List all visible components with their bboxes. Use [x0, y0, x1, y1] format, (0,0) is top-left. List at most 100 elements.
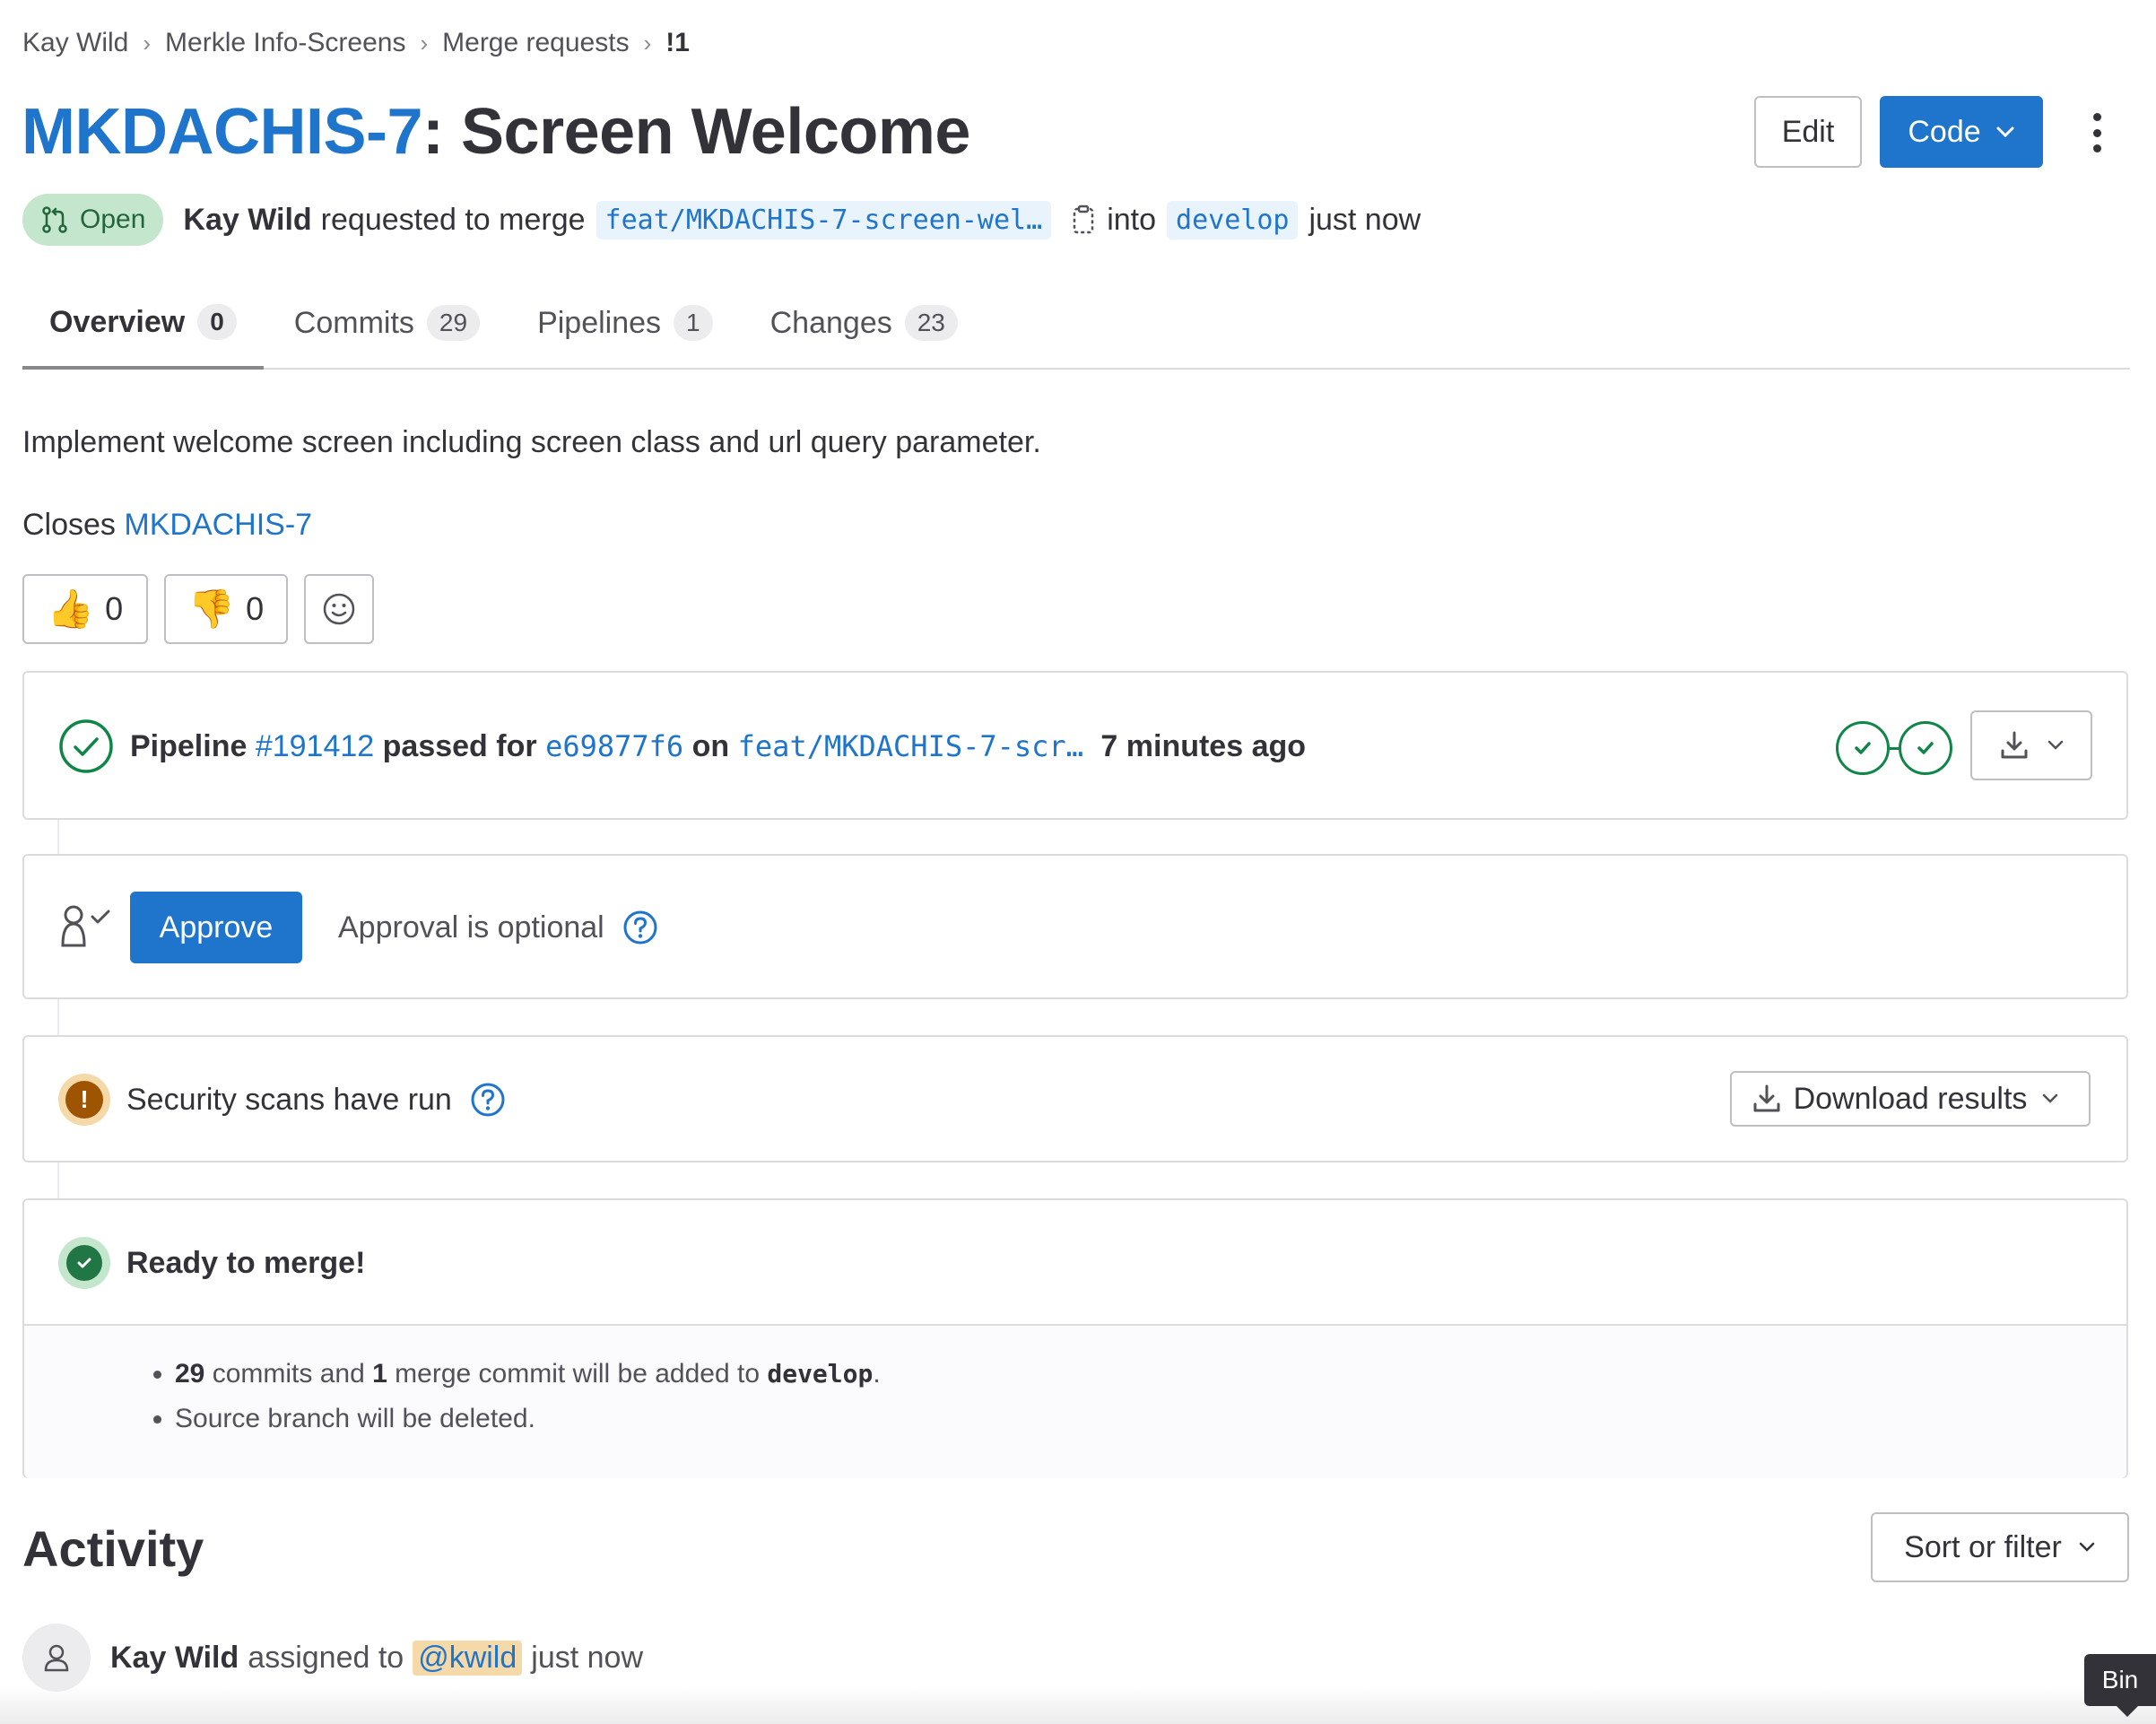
approval-user-icon [61, 905, 110, 947]
tab-count: 23 [904, 305, 958, 341]
merge-request-meta: Open Kay Wild requested to merge feat/MK… [22, 192, 1421, 248]
commits-count: 29 [175, 1359, 205, 1389]
activity-author[interactable]: Kay Wild [110, 1641, 239, 1676]
breadcrumb: Kay Wild › Merkle Info-Screens › Merge r… [22, 25, 690, 61]
pipeline-stages [1836, 721, 1952, 775]
activity-time: just now [531, 1640, 644, 1675]
tab-count: 1 [674, 305, 713, 341]
thumbs-up-count: 0 [105, 590, 124, 627]
sort-or-filter-dropdown[interactable]: Sort or filter [1871, 1512, 2129, 1582]
breadcrumb-item-user[interactable]: Kay Wild [22, 28, 128, 58]
chevron-down-icon [2043, 1093, 2058, 1103]
thumbs-down-icon: 👎 [187, 587, 236, 630]
source-branch-deleted-info: Source branch will be deleted. [175, 1405, 881, 1433]
pipeline-branch-link[interactable]: feat/MKDACHIS-7-scr… [738, 729, 1083, 763]
approve-button[interactable]: Approve [130, 892, 302, 963]
status-badge-label: Open [80, 205, 146, 234]
thumbs-up-button[interactable]: 👍 0 [22, 574, 148, 644]
help-icon[interactable] [622, 910, 658, 945]
widget-connector [57, 820, 59, 854]
activity-item: Kay Wild assigned to @kwild just now [22, 1624, 643, 1692]
edit-button[interactable]: Edit [1754, 96, 1862, 168]
status-badge: Open [22, 194, 164, 246]
page-title: MKDACHIS-7: Screen Welcome [22, 95, 970, 169]
merge-commit-text: merge commit will be added to [395, 1359, 761, 1389]
status-success-icon [59, 719, 113, 773]
merge-widget: Ready to merge! 29 commits and 1 merge c… [22, 1198, 2128, 1478]
breadcrumb-current[interactable]: !1 [665, 28, 690, 58]
pipeline-label: Pipeline [130, 728, 248, 763]
meta-into-text: into [1107, 202, 1157, 237]
activity-action: assigned to [248, 1640, 404, 1675]
chevron-right-icon: › [143, 29, 152, 57]
tab-changes[interactable]: Changes 23 [743, 278, 985, 368]
pipeline-id-link[interactable]: #191412 [256, 729, 374, 763]
tab-count: 29 [426, 305, 481, 341]
closes-issue-link[interactable]: MKDACHIS-7 [124, 508, 312, 542]
stage-connector [1890, 746, 1899, 750]
merge-header: Ready to merge! [24, 1200, 2126, 1326]
merge-commits-info: 29 commits and 1 merge commit will be ad… [175, 1360, 881, 1389]
commits-text: commits and [212, 1359, 365, 1389]
tab-pipelines[interactable]: Pipelines 1 [510, 278, 740, 368]
security-widget: ! Security scans have run Download resul… [22, 1035, 2128, 1162]
title-issue-link[interactable]: MKDACHIS-7 [22, 96, 423, 168]
header-actions: Edit Code [1754, 96, 2043, 168]
tab-overview[interactable]: Overview 0 [22, 278, 264, 370]
help-icon[interactable] [470, 1082, 506, 1118]
award-emoji-row: 👍 0 👎 0 [22, 574, 390, 644]
tab-count: 0 [197, 304, 237, 340]
download-results-button[interactable]: Download results [1730, 1071, 2091, 1127]
sort-label: Sort or filter [1904, 1529, 2062, 1564]
smiley-icon [323, 593, 355, 625]
description-text: Implement welcome screen including scree… [22, 425, 1041, 459]
thumbs-down-button[interactable]: 👎 0 [164, 574, 288, 644]
stage-passed-icon[interactable] [1836, 721, 1890, 775]
tab-commits[interactable]: Commits 29 [267, 278, 507, 368]
tab-label: Overview [49, 304, 186, 339]
security-row: ! Security scans have run [58, 1073, 506, 1127]
user-mention[interactable]: @kwild [413, 1640, 523, 1676]
breadcrumb-item-project[interactable]: Merkle Info-Screens [165, 28, 405, 58]
bottom-fade [0, 1686, 2156, 1724]
activity-heading: Activity [22, 1520, 204, 1577]
merge-title: Ready to merge! [126, 1245, 366, 1280]
title-text: : Screen Welcome [422, 96, 970, 168]
tab-label: Changes [769, 305, 892, 340]
thumbs-up-icon: 👍 [47, 587, 95, 630]
pipeline-on-text: on [691, 728, 730, 763]
tab-label: Pipelines [537, 305, 662, 340]
download-artifacts-button[interactable] [1970, 710, 2092, 780]
add-reaction-button[interactable] [304, 574, 374, 644]
code-button-label: Code [1908, 114, 1981, 149]
pipeline-text: Pipeline #191412 passed for e69877f6 on … [130, 729, 1306, 764]
merge-commit-count: 1 [372, 1359, 387, 1389]
warning-icon: ! [58, 1074, 110, 1126]
merge-request-icon [42, 206, 67, 233]
tooltip-arrow [2115, 1704, 2140, 1717]
commit-sha-link[interactable]: e69877f6 [545, 729, 683, 763]
target-branch[interactable]: develop [1167, 200, 1299, 239]
code-dropdown-button[interactable]: Code [1880, 96, 2043, 168]
chevron-down-icon [2047, 740, 2064, 750]
user-avatar-icon [22, 1624, 91, 1692]
closes-prefix: Closes [22, 508, 116, 542]
more-actions-kebab-icon[interactable] [2079, 106, 2115, 160]
copy-branch-icon[interactable] [1071, 205, 1098, 235]
approval-widget: Approve Approval is optional [22, 854, 2128, 999]
merge-request-tabs: Overview 0 Commits 29 Pipelines 1 Change… [22, 278, 2130, 370]
merge-target-branch: develop [767, 1359, 874, 1389]
widget-connector [57, 999, 59, 1035]
tab-label: Commits [293, 305, 414, 340]
meta-time: just now [1308, 202, 1421, 237]
breadcrumb-item-merge-requests[interactable]: Merge requests [442, 28, 629, 58]
source-branch[interactable]: feat/MKDACHIS-7-screen-wel… [596, 200, 1052, 239]
author-name[interactable]: Kay Wild [183, 203, 311, 238]
pipeline-status-text: passed for [382, 728, 537, 763]
pipeline-widget: Pipeline #191412 passed for e69877f6 on … [22, 671, 2128, 820]
widget-connector [57, 1162, 59, 1198]
security-text: Security scans have run [126, 1082, 452, 1117]
meta-action-text: requested to merge [320, 202, 586, 237]
merge-status-row: Ready to merge! [58, 1236, 365, 1290]
stage-passed-icon[interactable] [1899, 721, 1952, 775]
